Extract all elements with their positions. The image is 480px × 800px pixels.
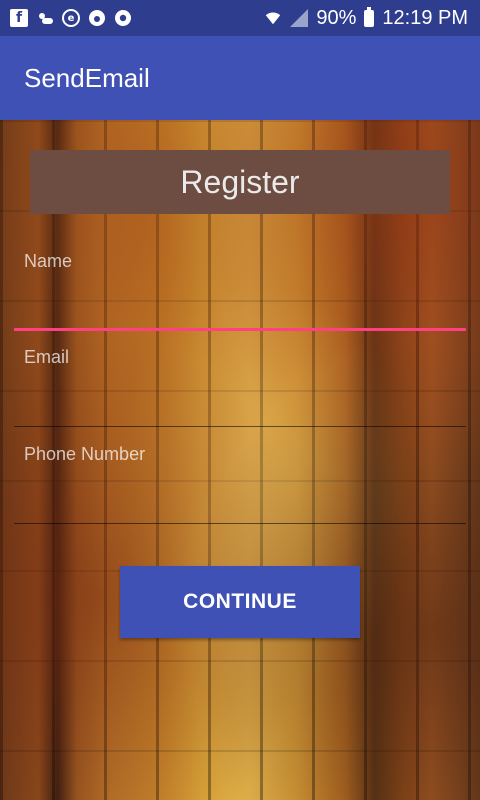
name-field[interactable] [14, 246, 466, 276]
status-bar: f e 90% 12:19 PM [0, 0, 480, 36]
email-field[interactable] [14, 342, 466, 372]
phone-field-underline [14, 523, 466, 524]
app-bar: SendEmail [0, 36, 480, 120]
name-field-container [14, 246, 466, 331]
wifi-icon [264, 9, 282, 27]
system-icons: 90% 12:19 PM [264, 6, 468, 30]
facebook-icon: f [10, 9, 28, 27]
form-background: Register CONTINUE [0, 120, 480, 800]
clock: 12:19 PM [382, 6, 468, 29]
app-title: SendEmail [24, 62, 150, 93]
phone-field-container [14, 439, 466, 524]
chrome-icon [114, 9, 132, 27]
phone-number-field[interactable] [14, 439, 466, 469]
weather-icon [36, 9, 54, 27]
notification-icons: f e [10, 9, 132, 27]
cloud-app-icon [88, 9, 106, 27]
email-field-container [14, 342, 466, 427]
battery-icon [364, 6, 375, 27]
name-field-underline [14, 328, 466, 331]
signal-icon [290, 9, 309, 27]
email-field-underline [14, 426, 466, 427]
continue-button[interactable]: CONTINUE [120, 566, 360, 638]
e-app-icon: e [62, 9, 80, 27]
battery-percent: 90% [316, 6, 357, 29]
register-banner: Register [30, 150, 450, 214]
